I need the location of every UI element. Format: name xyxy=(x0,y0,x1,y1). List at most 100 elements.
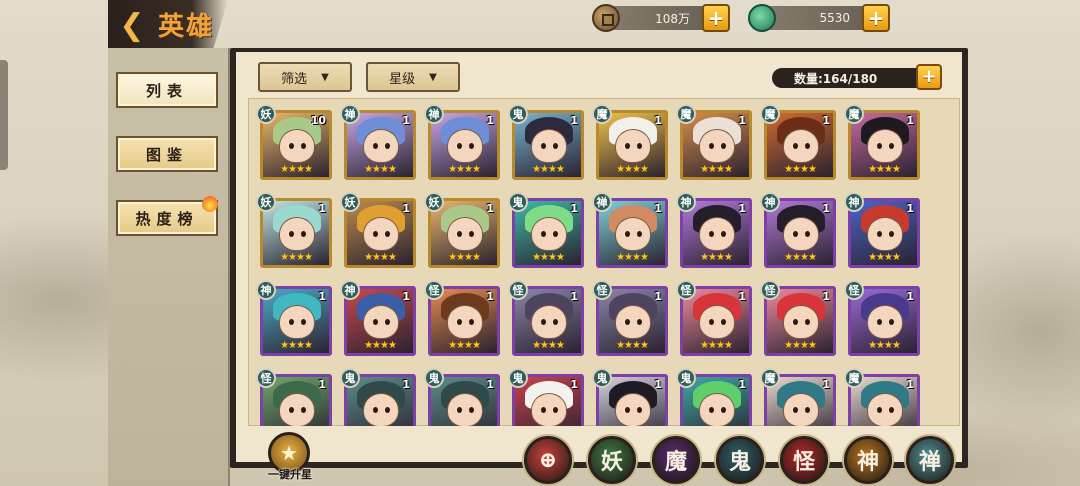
hero-level: 1 xyxy=(738,202,746,215)
hero-stars: ★★★★ xyxy=(532,340,565,351)
hero-face xyxy=(363,393,399,426)
hero-eye xyxy=(553,319,558,325)
faction-button[interactable]: 鬼 xyxy=(716,436,764,484)
hero-eye xyxy=(709,143,714,149)
hero-stars: ★★★★ xyxy=(364,164,397,175)
hero-eye xyxy=(805,143,810,149)
hero-face xyxy=(447,129,483,163)
faction-badge: 怪 xyxy=(256,368,276,388)
faction-button[interactable]: 妖 xyxy=(588,436,636,484)
hero-eye xyxy=(637,231,642,237)
star-up-label: 一键升星 xyxy=(268,468,312,481)
hero-level: 1 xyxy=(822,202,830,215)
hero-eye xyxy=(625,319,630,325)
hero-face xyxy=(867,217,903,251)
hero-count: 数量:164/180 xyxy=(772,68,928,88)
hero-face xyxy=(615,129,651,163)
hero-eye xyxy=(889,319,894,325)
hero-eye xyxy=(889,231,894,237)
faction-badge: 禅 xyxy=(592,192,612,212)
faction-button[interactable]: 禅 xyxy=(906,436,954,484)
hero-level: 1 xyxy=(486,202,494,215)
faction-all-button[interactable]: ⊕ xyxy=(524,436,572,484)
hero-grid[interactable]: 10 ★★★★ 妖 1 ★★★★ 禅 1 ★★★★ 禅 1 ★★★★ 鬼 1 ★★★★ 魔 1 ★★★★ 魔 1 ★★… xyxy=(248,98,960,426)
hero-face xyxy=(531,393,567,426)
faction-button[interactable]: 魔 xyxy=(652,436,700,484)
faction-badge: 魔 xyxy=(592,104,612,124)
hero-face xyxy=(783,217,819,251)
hero-eye xyxy=(553,407,558,413)
hot-fire-icon xyxy=(202,196,218,212)
hero-face xyxy=(783,305,819,339)
hero-stars: ★★★★ xyxy=(784,164,817,175)
hero-eye xyxy=(889,143,894,149)
hero-eye xyxy=(625,143,630,149)
faction-badge: 魔 xyxy=(844,368,864,388)
hero-eye xyxy=(721,407,726,413)
coin-balance: 108万 + xyxy=(592,4,730,32)
hero-level: 1 xyxy=(402,202,410,215)
menu-codex-button[interactable]: 图鉴 xyxy=(116,136,218,172)
faction-badge: 魔 xyxy=(760,104,780,124)
hero-face xyxy=(279,305,315,339)
hero-eye xyxy=(709,407,714,413)
hero-face xyxy=(699,393,735,426)
hero-stars: ★★★★ xyxy=(280,252,313,263)
hero-eye xyxy=(793,231,798,237)
filter-dropdown[interactable]: 筛选 ▼ xyxy=(258,62,352,92)
back-button[interactable]: ❮ xyxy=(112,7,152,43)
hero-stars: ★★★★ xyxy=(700,340,733,351)
hero-level: 1 xyxy=(822,290,830,303)
jade-icon xyxy=(748,4,776,32)
hero-eye xyxy=(709,231,714,237)
hero-eye xyxy=(373,231,378,237)
hero-face xyxy=(699,217,735,251)
faction-badge: 禅 xyxy=(340,104,360,124)
faction-badge: 禅 xyxy=(424,104,444,124)
faction-badge: 神 xyxy=(256,280,276,300)
add-coins-button[interactable]: + xyxy=(702,4,730,32)
hero-stars: ★★★★ xyxy=(784,252,817,263)
coin-amount: 108万 xyxy=(655,11,690,26)
hero-eye xyxy=(793,319,798,325)
hero-eye xyxy=(889,407,894,413)
hero-face xyxy=(615,305,651,339)
hero-eye xyxy=(469,407,474,413)
hero-level: 1 xyxy=(822,114,830,127)
hero-eye xyxy=(805,407,810,413)
hero-level: 1 xyxy=(906,202,914,215)
hero-eye xyxy=(625,407,630,413)
hero-level: 1 xyxy=(738,378,746,391)
hero-eye xyxy=(541,407,546,413)
hero-face xyxy=(363,217,399,251)
hero-face xyxy=(279,217,315,251)
faction-badge: 妖 xyxy=(340,192,360,212)
chevron-left-icon: ❮ xyxy=(119,7,145,43)
hero-stars: ★★★★ xyxy=(448,252,481,263)
faction-badge: 鬼 xyxy=(592,368,612,388)
hero-eye xyxy=(289,407,294,413)
faction-button[interactable]: 怪 xyxy=(780,436,828,484)
side-handle[interactable] xyxy=(0,60,8,170)
menu-list-button[interactable]: 列表 xyxy=(116,72,218,108)
hero-eye xyxy=(289,143,294,149)
hero-eye xyxy=(793,143,798,149)
hero-face xyxy=(531,217,567,251)
triangle-down-icon: ▼ xyxy=(429,71,437,83)
add-gems-button[interactable]: + xyxy=(862,4,890,32)
hero-eye xyxy=(301,407,306,413)
hero-stars: ★★★★ xyxy=(364,340,397,351)
hero-face xyxy=(279,129,315,163)
hero-face xyxy=(531,305,567,339)
hero-level: 1 xyxy=(318,378,326,391)
faction-badge: 怪 xyxy=(508,280,528,300)
hero-eye xyxy=(289,319,294,325)
hero-level: 1 xyxy=(906,378,914,391)
star-dropdown[interactable]: 星级 ▼ xyxy=(366,62,460,92)
hero-stars: ★★★★ xyxy=(700,252,733,263)
hero-face xyxy=(699,129,735,163)
faction-button[interactable]: 神 xyxy=(844,436,892,484)
expand-capacity-button[interactable]: + xyxy=(916,64,942,90)
hero-level: 1 xyxy=(570,290,578,303)
hero-face xyxy=(279,393,315,426)
